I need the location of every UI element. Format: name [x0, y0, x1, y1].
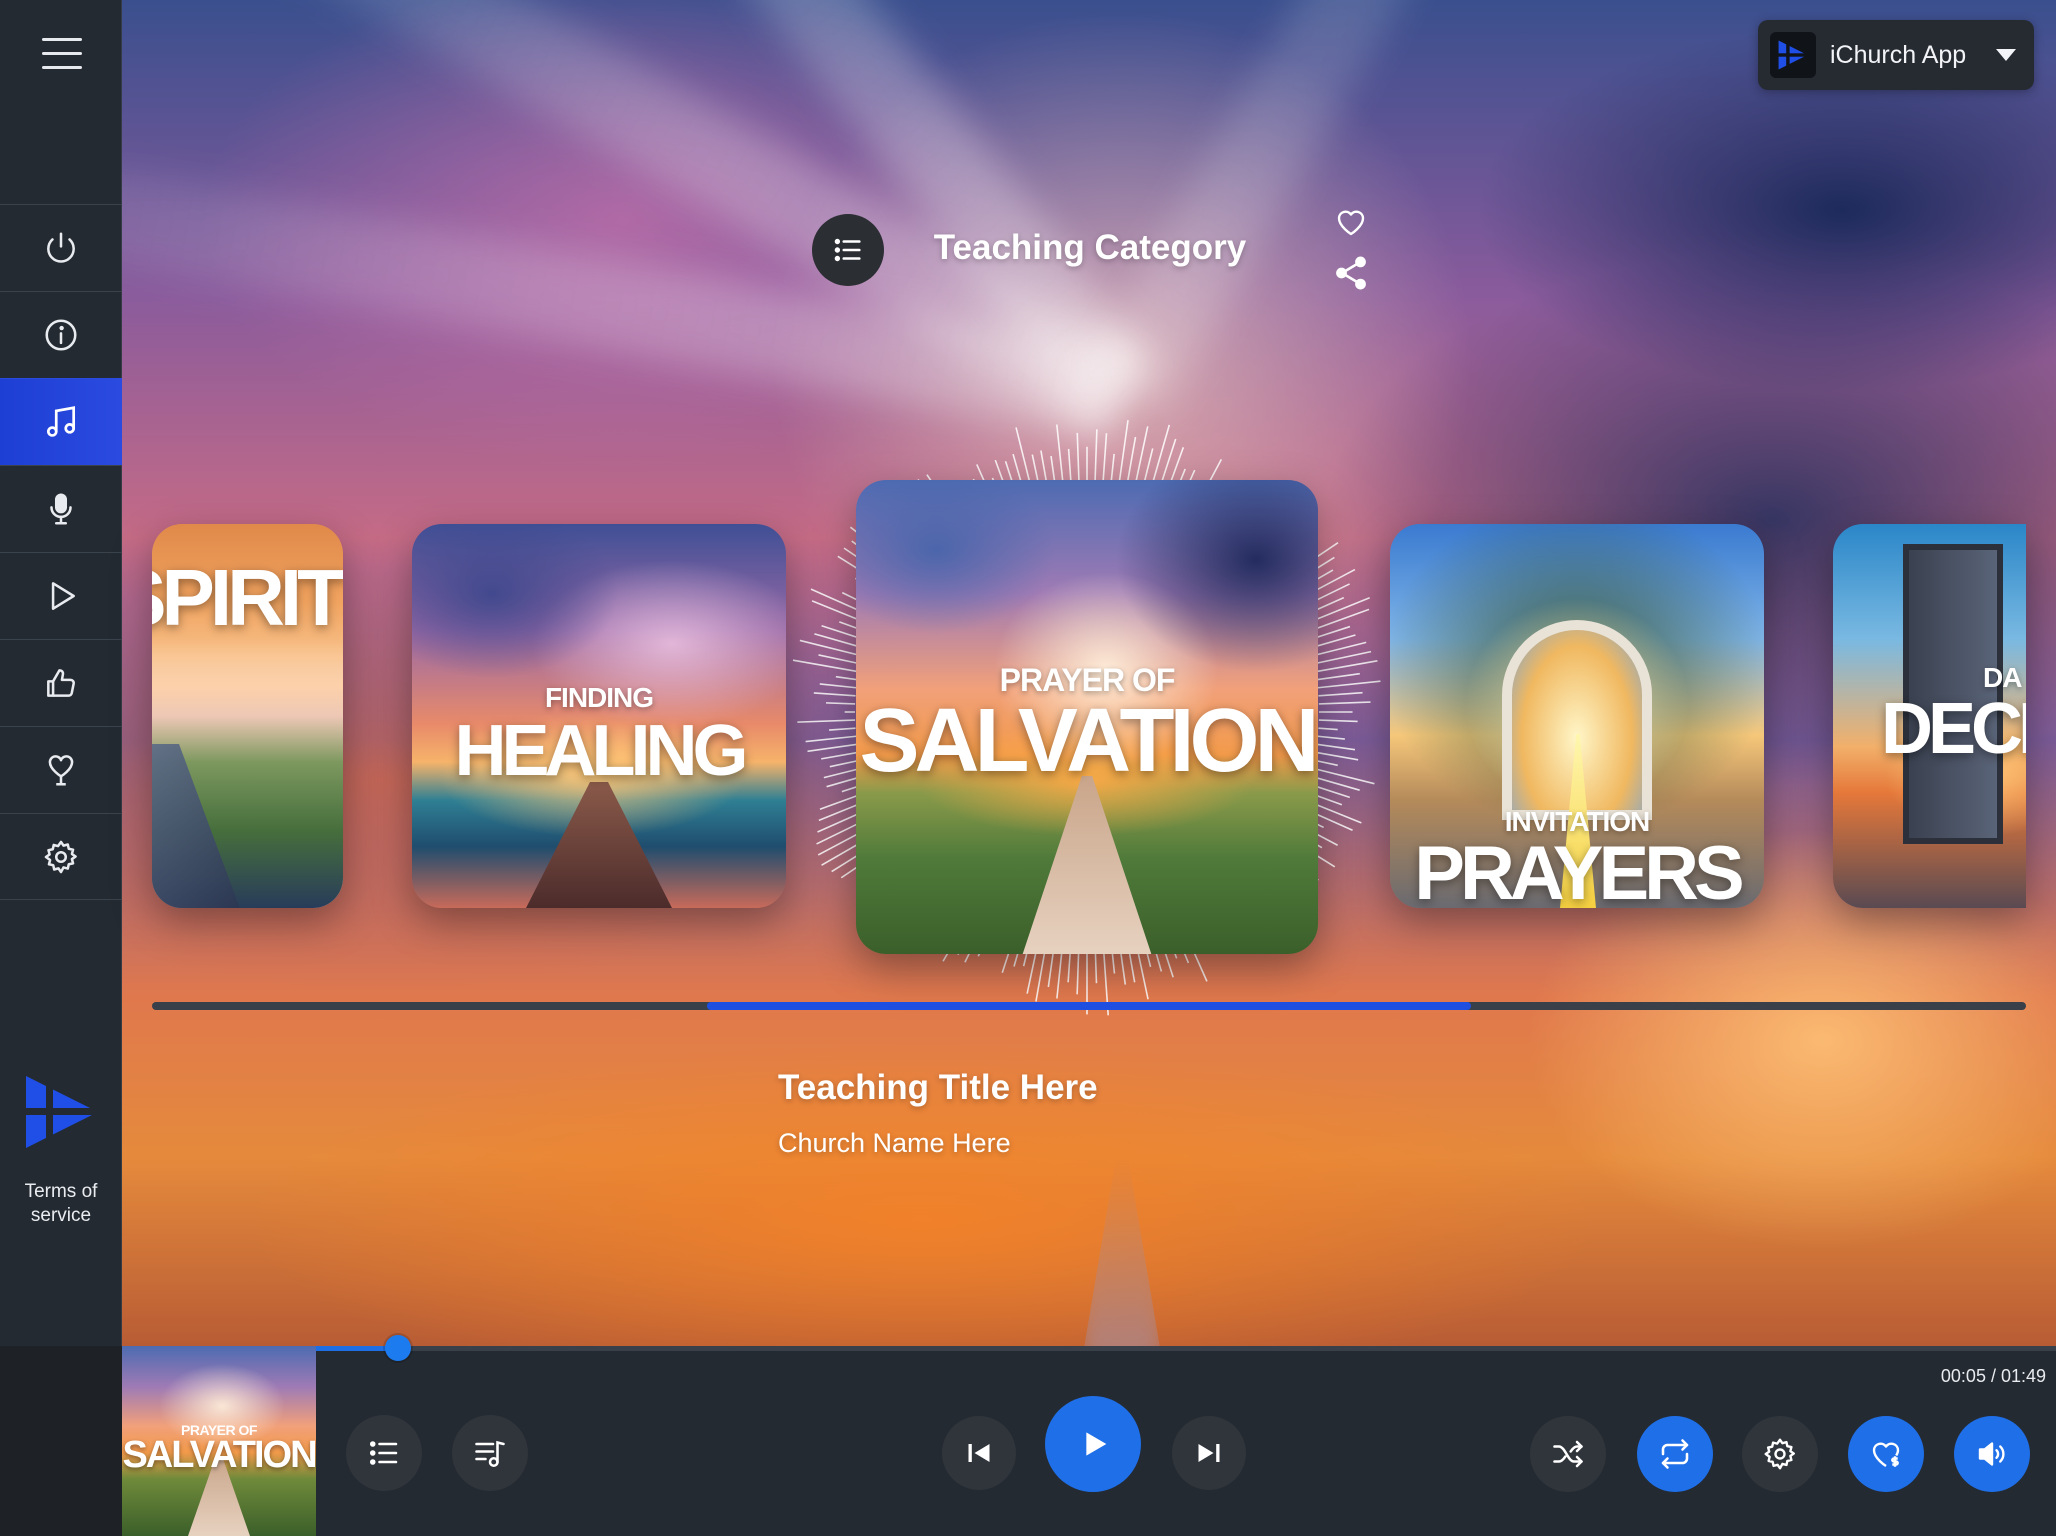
power-icon: [47, 232, 75, 263]
player-settings-button[interactable]: [1742, 1416, 1818, 1492]
next-track-button[interactable]: [1172, 1416, 1246, 1490]
carousel-card-prayers[interactable]: INVITATION PRAYERS: [1390, 524, 1764, 908]
repeat-icon: [1661, 1439, 1689, 1469]
carousel-card-decision[interactable]: DA DECI: [1833, 524, 2026, 908]
list-icon: [369, 1441, 398, 1465]
shuffle-button[interactable]: [1530, 1416, 1606, 1492]
share-icon: [1336, 256, 1366, 290]
carousel-scrollbar-thumb[interactable]: [707, 1002, 1471, 1010]
carousel-scrollbar[interactable]: [152, 1002, 2026, 1010]
church-name: Church Name Here: [778, 1128, 1011, 1158]
gear-icon: [1764, 1438, 1795, 1470]
queue-list-button[interactable]: [346, 1415, 422, 1491]
skip-next-icon: [1198, 1444, 1220, 1462]
sidebar-nav: [0, 204, 122, 900]
heart-dollar-icon: [1872, 1442, 1900, 1468]
sidebar-item-microphone[interactable]: [0, 465, 122, 552]
microphone-icon: [50, 493, 72, 525]
card-title: SALVATION: [859, 691, 1318, 791]
player-bar: PRAYER OF SALVATION 00:05 / 01:49: [122, 1335, 2056, 1536]
ichurch-logo-icon: [1770, 32, 1816, 78]
card-title: HEALING: [454, 711, 749, 791]
heart-outline-icon: [1337, 210, 1365, 236]
sidebar-item-settings[interactable]: [0, 813, 122, 900]
donate-button[interactable]: [1848, 1416, 1924, 1492]
play-icon: [1086, 1432, 1107, 1456]
sidebar-item-music[interactable]: [0, 378, 122, 465]
terms-of-service-link[interactable]: Terms of service: [0, 1180, 122, 1228]
card-title: DECI: [1881, 689, 2026, 769]
skip-previous-icon: [968, 1444, 990, 1462]
music-note-icon: [46, 406, 76, 437]
volume-icon: [1978, 1442, 2005, 1466]
playback-time: 00:05 / 01:49: [1940, 1366, 2046, 1386]
sidebar-item-power[interactable]: [0, 204, 122, 291]
card-title: PRAYERS: [1414, 831, 1744, 908]
shuffle-icon: [1553, 1440, 1583, 1468]
carousel-card-healing[interactable]: FINDING HEALING: [412, 524, 786, 908]
app-switcher-dropdown[interactable]: iChurch App: [1758, 20, 2034, 90]
sidebar-item-info[interactable]: [0, 291, 122, 378]
carousel-card-spirit[interactable]: SPIRIT: [152, 524, 343, 908]
now-playing-art-title: SALVATION: [122, 1434, 316, 1476]
previous-track-button[interactable]: [942, 1416, 1016, 1490]
volume-button[interactable]: [1954, 1416, 2030, 1492]
playback-progress-bar[interactable]: [316, 1335, 2056, 1361]
repeat-button[interactable]: [1637, 1416, 1713, 1492]
carousel-card-salvation[interactable]: PRAYER OF SALVATION: [856, 480, 1318, 954]
sidebar-item-likes[interactable]: [0, 639, 122, 726]
list-icon: [834, 238, 861, 262]
playlist-button[interactable]: [452, 1415, 528, 1491]
caret-down-icon: [1996, 49, 2016, 61]
gear-icon: [44, 840, 77, 873]
thumbs-up-icon: [47, 669, 75, 697]
category-title: Teaching Category: [933, 228, 1247, 267]
info-icon: [45, 319, 77, 351]
category-list-button[interactable]: [812, 214, 884, 286]
hamburger-menu-icon[interactable]: [42, 38, 82, 72]
teaching-title: Teaching Title Here: [778, 1068, 1098, 1107]
playlist-music-icon: [475, 1440, 505, 1468]
playback-progress-knob[interactable]: [385, 1335, 411, 1361]
play-icon: [51, 582, 75, 610]
sidebar-item-giving[interactable]: [0, 726, 122, 813]
sidebar: Terms of service: [0, 0, 122, 1346]
heart-hand-icon: [48, 755, 74, 786]
favorite-button[interactable]: [1332, 204, 1370, 240]
now-playing-artwork[interactable]: PRAYER OF SALVATION: [122, 1346, 316, 1536]
play-button[interactable]: [1045, 1396, 1141, 1492]
card-title: SPIRIT: [152, 553, 343, 642]
share-button[interactable]: [1332, 254, 1370, 292]
ichurch-logo-icon: [26, 1076, 98, 1148]
sidebar-item-video[interactable]: [0, 552, 122, 639]
app-switcher-label: iChurch App: [1830, 40, 1967, 69]
